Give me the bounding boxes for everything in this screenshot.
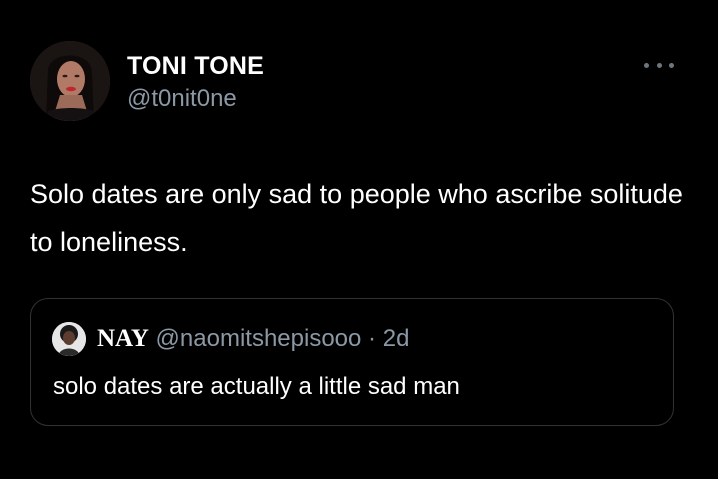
more-dot xyxy=(644,62,649,68)
quoted-tweet-text: solo dates are actually a little sad man xyxy=(53,373,460,400)
quoted-author-name[interactable]: NAY xyxy=(97,325,149,352)
quoted-author-avatar[interactable] xyxy=(52,322,86,356)
tweet-text: Solo dates are only sad to people who as… xyxy=(30,179,683,257)
quoted-author-handle[interactable]: @naomitshepisooo xyxy=(156,325,362,352)
more-dot xyxy=(669,62,674,68)
tweet: TONI TONE @t0nit0ne Solo dates are only … xyxy=(0,0,718,479)
more-horizontal-icon[interactable] xyxy=(644,58,674,72)
quoted-tweet-card[interactable]: NAY @naomitshepisooo · 2d solo dates are… xyxy=(30,298,674,426)
quoted-separator: · xyxy=(368,325,377,352)
quoted-timestamp[interactable]: 2d xyxy=(383,325,410,352)
quoted-tweet-header: NAY @naomitshepisooo · 2d xyxy=(97,324,409,354)
author-handle[interactable]: @t0nit0ne xyxy=(127,85,237,113)
author-avatar[interactable] xyxy=(30,41,110,121)
more-dot xyxy=(656,62,662,68)
author-name[interactable]: TONI TONE xyxy=(127,52,264,81)
